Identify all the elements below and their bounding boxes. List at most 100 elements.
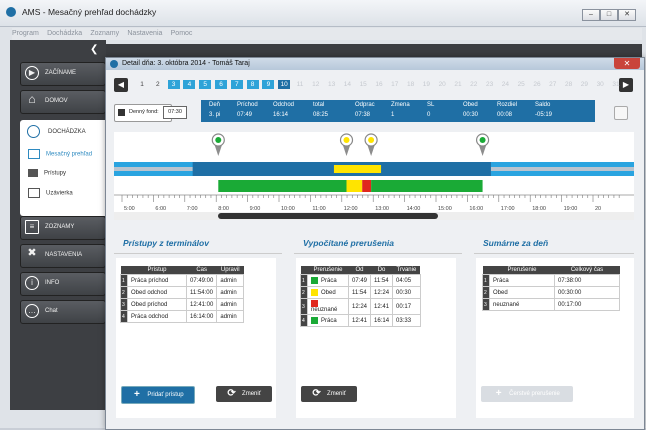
sidebar-item-domov[interactable]: ⌂ DOMOV [20, 90, 106, 114]
add-access-button[interactable]: + Pridať prístup [121, 386, 195, 404]
dialog-close-button[interactable]: ✕ [614, 58, 640, 69]
table-row[interactable]: 4 Práca 12:41 16:14 03:33 [300, 314, 421, 328]
door-icon [28, 169, 38, 177]
column-header[interactable]: Celkový čas [554, 266, 620, 275]
color-swatch [311, 276, 318, 284]
day-11[interactable]: 11 [294, 81, 306, 88]
day-3[interactable]: 3 [167, 80, 180, 89]
day-12[interactable]: 12 [310, 81, 322, 88]
settings-icon[interactable] [614, 106, 628, 120]
day-18[interactable]: 18 [405, 81, 417, 88]
column-header[interactable]: Prerušenie [307, 266, 349, 275]
table-row[interactable]: 2 Obed odchod 11:54:00 admin [120, 286, 245, 299]
day-17[interactable]: 17 [389, 81, 401, 88]
day-26[interactable]: 26 [531, 81, 543, 88]
home-icon: ⌂ [28, 92, 36, 106]
column-header[interactable]: Do [370, 266, 393, 275]
day-15[interactable]: 15 [357, 81, 369, 88]
column-header[interactable]: Od [348, 266, 371, 275]
day-5[interactable]: 5 [199, 80, 212, 89]
menu-program[interactable]: Program [12, 30, 39, 37]
day-27[interactable]: 27 [547, 81, 559, 88]
sum-table: Prerušenie Celkový čas 1 Práca 07:38:00 2 Obed… [482, 266, 620, 311]
book-icon [28, 149, 40, 159]
new-break-button[interactable]: + Čerstvé prerušenie [481, 386, 573, 402]
day-31[interactable]: 31 [610, 81, 622, 88]
minimize-button[interactable]: – [582, 9, 600, 21]
column-header[interactable]: Prístup [127, 266, 187, 275]
day-22[interactable]: 22 [468, 81, 480, 88]
prev-month-button[interactable]: ◀ [114, 78, 128, 92]
table-row[interactable]: 1 Práca 07:49 11:54 04:05 [300, 274, 421, 287]
table-row[interactable]: 3 neuznané 00:17:00 [482, 298, 620, 311]
day-6[interactable]: 6 [215, 80, 227, 89]
day-1[interactable]: 1 [136, 81, 148, 88]
panel-access: Prístup Čas Upravil 1 Práca príchod 07:49:00 a… [116, 258, 276, 418]
day-13[interactable]: 13 [326, 81, 338, 88]
day-timeline[interactable]: 5:00 6:00 7:00 8:00 9:00 10:00 11:00 12:00 13:00… [114, 132, 634, 220]
column-header[interactable]: Trvanie [392, 266, 421, 275]
timeline-tick-label: 17:00 [501, 206, 515, 212]
day-21[interactable]: 21 [452, 81, 464, 88]
table-row[interactable]: 4 Práca odchod 16:14:00 admin [120, 310, 245, 323]
day-14[interactable]: 14 [341, 81, 353, 88]
sidebar-subitem-uzavierka[interactable]: Uzávierka [28, 188, 73, 198]
menu-pomoc[interactable]: Pomoc [171, 30, 193, 37]
sidebar-item-chat[interactable]: … Chat [20, 300, 106, 324]
day-selector: ◀ ▶ 1 2 3 4 5 6 7 8 9 10 11 12 13 14 15 16 17 18 19 20 21 22 2… [114, 78, 634, 94]
table-row[interactable]: 3 neuznané 12:24 12:41 00:17 [300, 297, 421, 316]
divider [474, 253, 634, 254]
column-header[interactable]: Prerušenie [489, 266, 555, 275]
change-access-button[interactable]: ⟳ Zmeniť [216, 386, 272, 402]
day-23[interactable]: 23 [484, 81, 496, 88]
day-29[interactable]: 29 [578, 81, 590, 88]
table-row[interactable]: 2 Obed 00:30:00 [482, 286, 620, 299]
summary-header: Príchod [237, 102, 258, 108]
clock-small-icon [118, 109, 125, 116]
day-16[interactable]: 16 [373, 81, 385, 88]
close-button[interactable]: ✕ [618, 9, 636, 21]
sidebar-subitem-pristupy[interactable]: Prístupy [28, 169, 66, 177]
table-row[interactable]: 3 Obed príchod 12:41:00 admin [120, 298, 245, 311]
sidebar-subitem-mesacny-prehlad[interactable]: Mesačný prehľad [28, 149, 92, 159]
table-row[interactable]: 2 Obed 11:54 12:24 00:30 [300, 286, 421, 299]
day-24[interactable]: 24 [499, 81, 511, 88]
sidebar-item-zoznamy[interactable]: ≡ ZOZNAMY [20, 216, 106, 240]
day-7[interactable]: 7 [230, 80, 243, 89]
sidebar-item-info[interactable]: i INFO [20, 272, 106, 296]
day-9[interactable]: 9 [262, 80, 275, 89]
change-break-button[interactable]: ⟳ Zmeniť [301, 386, 357, 402]
column-header[interactable]: Čas [186, 266, 217, 275]
clock-icon [27, 125, 40, 138]
menu-zoznamy[interactable]: Zoznamy [90, 30, 119, 37]
day-10[interactable]: 10 [278, 80, 291, 89]
day-20[interactable]: 20 [436, 81, 448, 88]
day-30[interactable]: 30 [594, 81, 606, 88]
dochadzka-panel: DOCHÁDZKA Mesačný prehľad Prístupy Uzávi… [20, 120, 118, 216]
day-2[interactable]: 2 [152, 81, 164, 88]
maximize-button[interactable]: □ [600, 9, 618, 21]
sidebar-item-zaciname[interactable]: ▶ ZAČÍNAME [20, 62, 106, 86]
sidebar-item-nastavenia[interactable]: ✖ NASTAVENIA [20, 244, 106, 268]
color-swatch [311, 317, 318, 325]
collapse-icon[interactable]: ❮ [90, 44, 98, 55]
day-25[interactable]: 25 [515, 81, 527, 88]
day-8[interactable]: 8 [246, 80, 259, 89]
day-4[interactable]: 4 [183, 80, 196, 89]
menu-dochadzka[interactable]: Dochádzka [47, 30, 82, 37]
table-row[interactable]: 1 Práca príchod 07:49:00 admin [120, 274, 245, 287]
sidebar: ❮ ▶ ZAČÍNAME ⌂ DOMOV DOCHÁDZKA Mesačný pre… [10, 40, 118, 410]
day-28[interactable]: 28 [563, 81, 575, 88]
fund-input[interactable]: 07:30 [163, 106, 187, 119]
sidebar-item-dochadzka[interactable]: DOCHÁDZKA [22, 122, 112, 142]
column-header[interactable]: Upravil [216, 266, 244, 275]
breaks-table: Prerušenie Od Do Trvanie 1 Práca 07:49 11:54 04:… [300, 266, 421, 328]
menu-nastavenia[interactable]: Nastavenia [127, 30, 162, 37]
summary-header: Odchod [273, 102, 295, 108]
summary-header: Deň [209, 102, 221, 108]
table-row[interactable]: 1 Práca 07:38:00 [482, 274, 620, 287]
summary-value: 00:30 [463, 112, 479, 118]
timeline-tick-label: 5:00 [124, 206, 135, 212]
break-bar [362, 180, 372, 192]
day-19[interactable]: 19 [420, 81, 432, 88]
